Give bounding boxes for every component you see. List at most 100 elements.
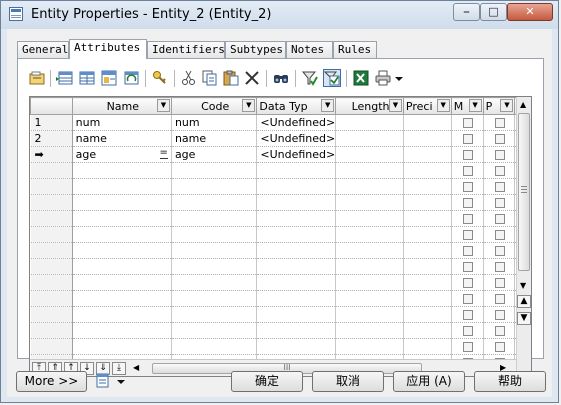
cell-name[interactable]	[72, 210, 172, 227]
cell-data-type[interactable]	[256, 322, 337, 339]
table-row[interactable]: ➡ age = age <Undefined>	[30, 146, 531, 163]
chevron-down-icon[interactable]: ▼	[500, 99, 514, 112]
checkbox[interactable]	[462, 214, 473, 224]
checkbox[interactable]	[462, 342, 473, 352]
column-header-precision[interactable]: Preci ▼	[402, 97, 452, 115]
checkbox[interactable]	[494, 166, 505, 176]
cell-precision[interactable]	[403, 338, 452, 355]
cell-data-type[interactable]	[256, 226, 337, 243]
cell-data-type[interactable]	[256, 306, 337, 323]
tab-rules[interactable]: Rules	[333, 41, 377, 58]
chevron-down-icon[interactable]: ▼	[321, 99, 335, 112]
cell-data-type[interactable]	[256, 242, 337, 259]
vertical-scroll-thumb[interactable]	[518, 113, 530, 271]
menu-dropdown-button[interactable]	[95, 371, 129, 392]
cell-length[interactable]	[335, 306, 404, 323]
checkbox[interactable]	[462, 134, 473, 144]
table-row[interactable]	[30, 178, 531, 195]
cell-data-type[interactable]	[256, 162, 337, 179]
cell-primary[interactable]	[483, 306, 516, 323]
cell-mandatory[interactable]	[451, 146, 484, 163]
checkbox[interactable]	[462, 198, 473, 208]
chevron-down-icon[interactable]: ▼	[156, 99, 170, 112]
cell-precision[interactable]	[403, 274, 452, 291]
cut-icon[interactable]	[180, 69, 198, 87]
checkbox[interactable]	[494, 118, 505, 128]
cell-mandatory[interactable]	[451, 258, 484, 275]
table-row[interactable]	[30, 194, 531, 211]
paste-icon[interactable]	[222, 69, 240, 87]
scroll-to-bottom-icon[interactable]: ▼	[517, 312, 531, 325]
checkbox[interactable]	[462, 150, 473, 160]
cell-name[interactable]	[72, 306, 172, 323]
checkbox[interactable]	[462, 166, 473, 176]
table-row[interactable]	[30, 338, 531, 355]
cell-data-type[interactable]	[256, 178, 337, 195]
cell-mandatory[interactable]	[451, 130, 484, 147]
more-button[interactable]: More >>	[16, 371, 87, 392]
checkbox[interactable]	[462, 294, 473, 304]
checkbox[interactable]	[462, 246, 473, 256]
cell-mandatory[interactable]	[451, 306, 484, 323]
cell-name[interactable]	[72, 258, 172, 275]
cell-length[interactable]	[335, 226, 404, 243]
cell-name[interactable]	[72, 178, 172, 195]
cell-mandatory[interactable]	[451, 114, 484, 131]
cell-primary[interactable]	[483, 274, 516, 291]
cell-length[interactable]	[335, 162, 404, 179]
cell-primary[interactable]	[483, 226, 516, 243]
add-row-icon[interactable]	[78, 69, 96, 87]
cell-data-type[interactable]: <Undefined>	[256, 146, 337, 163]
column-header-length[interactable]: Length ▼	[335, 97, 404, 115]
column-header-data-type[interactable]: Data Typ ▼	[256, 97, 337, 115]
checkbox[interactable]	[462, 310, 473, 320]
cell-length[interactable]	[335, 130, 404, 147]
apply-button[interactable]: 应用 (A)	[393, 371, 465, 392]
cell-data-type[interactable]	[256, 194, 337, 211]
scroll-to-top-icon[interactable]: ▲	[517, 295, 531, 308]
cell-length[interactable]	[335, 338, 404, 355]
cell-length[interactable]	[335, 194, 404, 211]
cell-primary[interactable]	[483, 114, 516, 131]
cell-name[interactable]	[72, 194, 172, 211]
cell-code[interactable]	[171, 210, 258, 227]
cell-code[interactable]	[171, 306, 258, 323]
checkbox[interactable]	[494, 310, 505, 320]
cell-primary[interactable]	[483, 178, 516, 195]
checkbox[interactable]	[494, 150, 505, 160]
cell-data-type[interactable]: <Undefined>	[256, 114, 337, 131]
cell-precision[interactable]	[403, 130, 452, 147]
cell-precision[interactable]	[403, 114, 452, 131]
properties-icon[interactable]	[28, 69, 46, 87]
cell-mandatory[interactable]	[451, 290, 484, 307]
cell-data-type[interactable]	[256, 290, 337, 307]
cell-length[interactable]	[335, 290, 404, 307]
table-row[interactable]	[30, 226, 531, 243]
cell-primary[interactable]	[483, 258, 516, 275]
cell-precision[interactable]	[403, 146, 452, 163]
table-row[interactable]	[30, 322, 531, 339]
column-header-primary[interactable]: P ▼	[482, 97, 516, 115]
cell-mandatory[interactable]	[451, 162, 484, 179]
cell-data-type[interactable]	[256, 338, 337, 355]
cell-precision[interactable]	[403, 290, 452, 307]
cell-primary[interactable]	[483, 322, 516, 339]
table-row[interactable]	[30, 242, 531, 259]
cell-mandatory[interactable]	[451, 322, 484, 339]
cell-mandatory[interactable]	[451, 210, 484, 227]
cell-code[interactable]	[171, 290, 258, 307]
cell-primary[interactable]	[483, 146, 516, 163]
find-icon[interactable]	[272, 69, 290, 87]
cell-data-type[interactable]	[256, 258, 337, 275]
cell-code[interactable]: name	[171, 130, 258, 147]
scroll-left-arrow-icon[interactable]: ◀	[133, 363, 139, 372]
cell-precision[interactable]	[403, 210, 452, 227]
table-row[interactable]: 2 name name <Undefined>	[30, 130, 531, 147]
table-row[interactable]	[30, 210, 531, 227]
cell-code[interactable]	[171, 322, 258, 339]
cell-code[interactable]	[171, 242, 258, 259]
help-button[interactable]: 帮助	[474, 371, 546, 392]
tab-subtypes[interactable]: Subtypes	[225, 41, 286, 58]
chevron-down-icon[interactable]: ▼	[468, 99, 482, 112]
cell-code[interactable]	[171, 194, 258, 211]
